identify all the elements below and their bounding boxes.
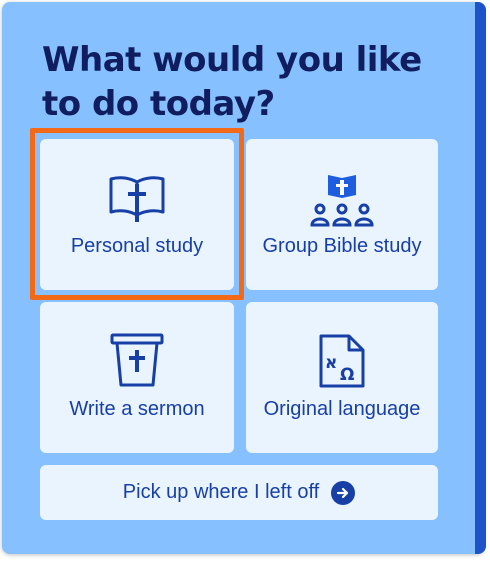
write-sermon-button[interactable]: Write a sermon <box>40 302 234 453</box>
original-language-document-icon: א Ω <box>319 334 365 388</box>
personal-study-button[interactable]: Personal study <box>40 139 234 290</box>
pick-up-where-left-off-button[interactable]: Pick up where I left off <box>40 465 438 520</box>
svg-text:Ω: Ω <box>340 365 354 385</box>
pulpit-icon <box>110 333 164 387</box>
pick-up-label: Pick up where I left off <box>122 481 320 503</box>
panel-edge <box>475 2 486 554</box>
group-bible-study-label: Group Bible study <box>262 235 422 257</box>
original-language-label: Original language <box>263 398 421 420</box>
group-bible-study-button[interactable]: Group Bible study <box>246 139 438 290</box>
open-bible-icon <box>109 176 165 222</box>
svg-text:א: א <box>325 353 337 373</box>
group-bible-icon <box>310 175 374 227</box>
write-sermon-label: Write a sermon <box>69 398 205 420</box>
original-language-button[interactable]: א Ω Original language <box>246 302 438 453</box>
personal-study-label: Personal study <box>70 235 204 257</box>
arrow-right-circle-icon <box>331 480 356 505</box>
page-title: What would you like to do today? <box>42 40 422 124</box>
